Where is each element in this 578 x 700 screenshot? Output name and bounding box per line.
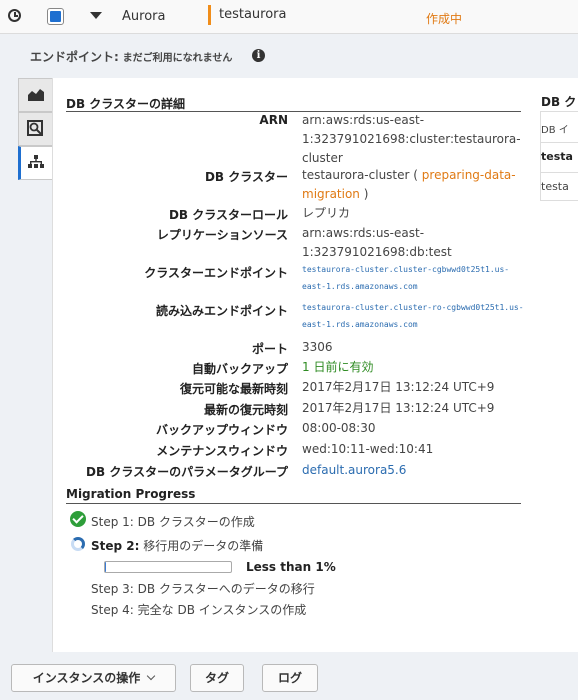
cluster-status-close: ) bbox=[359, 187, 369, 201]
step-1-number: Step 1: bbox=[91, 515, 134, 529]
migration-divider bbox=[66, 503, 521, 504]
instances-table-divider bbox=[540, 142, 578, 143]
role-value: レプリカ bbox=[302, 206, 351, 220]
cluster-endpoint-value[interactable]: testaurora-cluster.cluster-cgbwwd0t25t1.… bbox=[302, 261, 532, 295]
spinner-icon bbox=[71, 537, 85, 551]
hierarchy-icon bbox=[28, 155, 44, 168]
replication-source-value: arn:aws:rds:us-east-1:323791021698:db:te… bbox=[302, 226, 452, 259]
check-circle-icon bbox=[70, 511, 86, 527]
step-1-text: DB クラスターの作成 bbox=[137, 515, 255, 529]
arn-value: arn:aws:rds:us-east-1:323791021698:clust… bbox=[302, 113, 521, 165]
instance-actions-button[interactable]: インスタンスの操作 bbox=[11, 664, 176, 692]
backup-window-value: 08:00-08:30 bbox=[302, 421, 376, 435]
cluster-status-open: ( bbox=[413, 168, 422, 182]
step-4-number: Step 4: bbox=[91, 603, 134, 617]
migration-step-2: Step 2: 移行用のデータの準備 bbox=[91, 537, 263, 554]
latest-restore-label: 最新の復元時刻 bbox=[203, 403, 288, 417]
cluster-endpoint-label: クラスターエンドポイント bbox=[144, 266, 288, 280]
maintenance-window-value: wed:10:11-wed:10:41 bbox=[302, 442, 434, 456]
details-heading: DB クラスターの詳細 bbox=[66, 97, 186, 111]
cluster-name: testaurora-cluster bbox=[302, 168, 410, 182]
migration-heading: Migration Progress bbox=[66, 487, 196, 501]
logs-button[interactable]: ログ bbox=[262, 664, 318, 692]
cluster-value: testaurora-cluster ( preparing-data-migr… bbox=[302, 166, 527, 204]
instance-identifier: testaurora bbox=[208, 5, 287, 25]
backup-window-label: バックアップウィンドウ bbox=[155, 423, 288, 437]
latest-restore-value: 2017年2月17日 13:12:24 UTC+9 bbox=[302, 401, 495, 415]
endpoint-label: エンドポイント: bbox=[30, 50, 119, 64]
row-select-checkbox[interactable] bbox=[47, 8, 64, 25]
replication-source-label: レプリケーションソース bbox=[156, 228, 288, 242]
tags-button[interactable]: タグ bbox=[190, 664, 244, 692]
progress-fill bbox=[105, 562, 106, 572]
step-4-text: 完全な DB インスタンスの作成 bbox=[137, 603, 307, 617]
step-2-text: 移行用のデータの準備 bbox=[143, 539, 264, 553]
instance-actions-label: インスタンスの操作 bbox=[32, 671, 141, 685]
latest-restorable-value: 2017年2月17日 13:12:24 UTC+9 bbox=[302, 380, 495, 394]
instance-row[interactable] bbox=[0, 0, 578, 34]
chevron-down-icon bbox=[147, 671, 156, 681]
latest-restorable-label: 復元可能な最新時刻 bbox=[179, 382, 288, 396]
tab-monitoring[interactable] bbox=[18, 78, 52, 112]
instances-table-row[interactable]: testa bbox=[541, 180, 578, 193]
migration-step-1: Step 1: DB クラスターの作成 bbox=[91, 513, 255, 530]
endpoint-status: エンドポイント: まだご利用になれません bbox=[30, 48, 232, 65]
cluster-label: DB クラスター bbox=[204, 170, 288, 184]
instances-title: DB ク bbox=[541, 95, 577, 109]
instances-table-header: DB イ bbox=[541, 125, 569, 136]
progress-label: Less than 1% bbox=[246, 560, 336, 574]
auto-backup-label: 自動バックアップ bbox=[191, 362, 288, 376]
parameter-group-link[interactable]: default.aurora5.6 bbox=[302, 461, 527, 480]
port-label: ポート bbox=[251, 342, 288, 356]
port-value: 3306 bbox=[302, 340, 333, 354]
migration-step-4: Step 4: 完全な DB インスタンスの作成 bbox=[91, 601, 306, 618]
arn-label: ARN bbox=[259, 113, 288, 127]
engine-name: Aurora bbox=[122, 9, 166, 24]
migration-progress-bar bbox=[104, 561, 232, 573]
maintenance-window-label: メンテナンスウィンドウ bbox=[156, 444, 288, 458]
endpoint-unavailable-text: まだご利用になれません bbox=[122, 53, 233, 64]
magnify-icon bbox=[27, 120, 43, 136]
step-3-text: DB クラスターへのデータの移行 bbox=[137, 582, 315, 596]
area-chart-icon bbox=[28, 89, 44, 101]
instance-status: 作成中 bbox=[426, 12, 463, 26]
reader-endpoint-label: 読み込みエンドポイント bbox=[155, 304, 288, 318]
auto-backup-value: 1 日前に有効 bbox=[302, 360, 374, 374]
tab-cluster[interactable] bbox=[18, 146, 52, 180]
migration-step-3: Step 3: DB クラスターへのデータの移行 bbox=[91, 580, 315, 597]
tab-details[interactable] bbox=[18, 112, 52, 146]
step-3-number: Step 3: bbox=[91, 582, 134, 596]
clock-icon bbox=[8, 9, 21, 22]
instances-table-row[interactable]: testa bbox=[541, 150, 578, 163]
parameter-group-label: DB クラスターのパラメータグループ bbox=[86, 465, 288, 479]
info-icon[interactable]: i bbox=[252, 49, 265, 62]
reader-endpoint-value[interactable]: testaurora-cluster.cluster-ro-cgbwwd0t25… bbox=[302, 299, 532, 333]
step-2-number: Step 2: bbox=[91, 539, 140, 553]
role-label: DB クラスターロール bbox=[168, 208, 288, 222]
expand-caret-icon[interactable] bbox=[90, 12, 102, 19]
instances-table-divider bbox=[540, 172, 578, 173]
